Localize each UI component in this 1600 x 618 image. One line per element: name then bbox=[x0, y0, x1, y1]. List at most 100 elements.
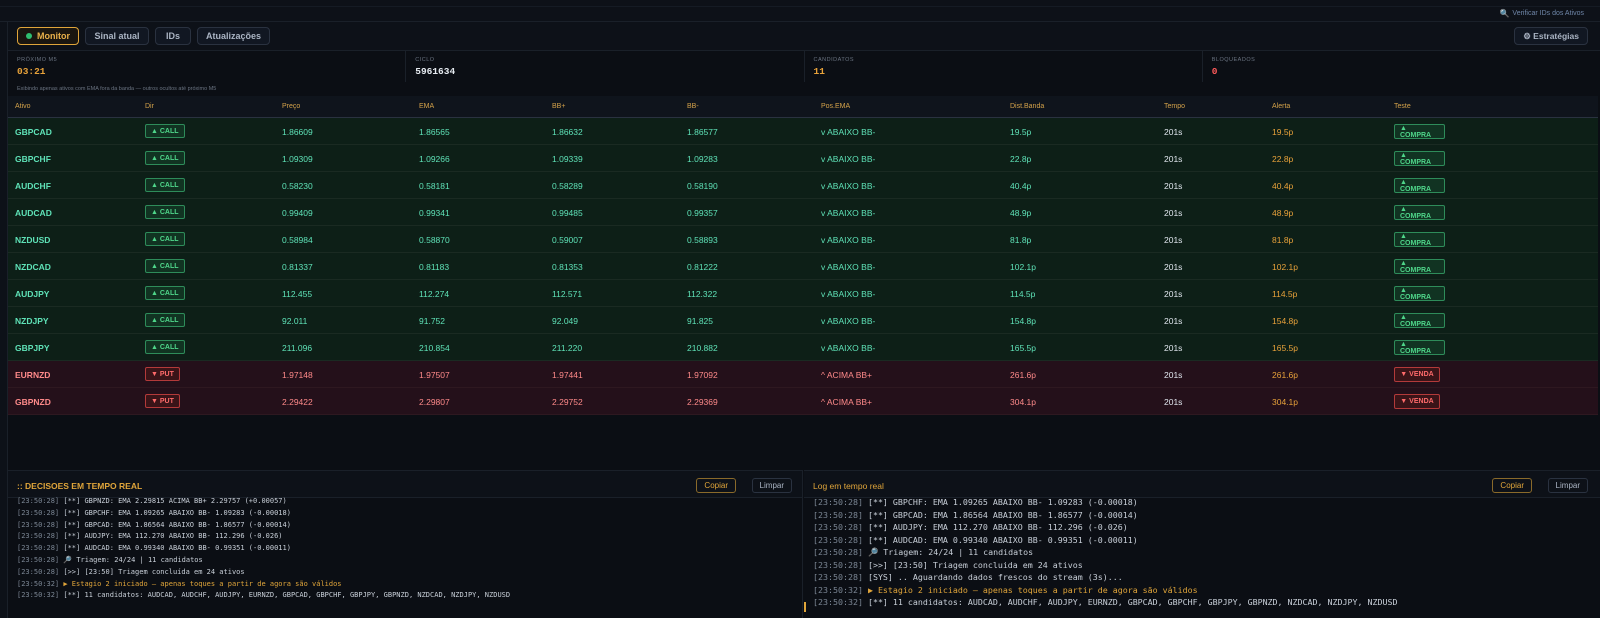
table-row[interactable]: NZDJPY ▲ CALL 92.011 91.752 92.049 91.825 v AB… bbox=[8, 307, 1598, 334]
cell-pos: v ABAIXO BB- bbox=[821, 343, 876, 353]
tab-monitor-label: Monitor bbox=[37, 31, 70, 41]
cell-asset: NZDUSD bbox=[15, 235, 51, 245]
search-icon: 🔍 bbox=[1499, 9, 1510, 18]
log-timestamp: [23:50:28] bbox=[813, 509, 863, 520]
tab-ids-label: IDs bbox=[165, 31, 180, 41]
tab-sinal-atual[interactable]: Sinal atual bbox=[85, 27, 149, 45]
direction-badge: ▲ CALL bbox=[145, 124, 185, 138]
cell-bbm: 0.99357 bbox=[687, 208, 718, 218]
log-timestamp: [23:50:28] bbox=[813, 534, 863, 545]
test-button[interactable]: ▲ COMPRA bbox=[1394, 205, 1445, 220]
column-header[interactable]: Dir bbox=[145, 103, 154, 110]
tab-ids[interactable]: IDs bbox=[155, 27, 191, 45]
cell-bbp: 1.86632 bbox=[552, 127, 583, 137]
cell-asset: AUDCAD bbox=[15, 208, 52, 218]
column-header[interactable]: BB- bbox=[687, 103, 699, 110]
test-button[interactable]: ▲ COMPRA bbox=[1394, 232, 1445, 247]
stat-value: 11 bbox=[813, 66, 825, 77]
cell-dist: 22.8p bbox=[1010, 154, 1032, 164]
cell-bbm: 112.322 bbox=[687, 289, 718, 299]
column-header[interactable]: Tempo bbox=[1164, 103, 1185, 110]
tab-monitor[interactable]: Monitor bbox=[17, 27, 79, 45]
log-timestamp: [23:50:28] bbox=[813, 547, 863, 557]
strategies-button[interactable]: ⚙ Estratégias bbox=[1514, 27, 1588, 45]
cell-time: 201s bbox=[1164, 235, 1183, 245]
cell-ema: 0.58181 bbox=[419, 181, 450, 191]
copy-button[interactable]: Copiar bbox=[1492, 478, 1532, 493]
test-button[interactable]: ▲ COMPRA bbox=[1394, 151, 1445, 166]
cell-asset: GBPJPY bbox=[15, 343, 50, 353]
cell-bbp: 0.58289 bbox=[552, 181, 583, 191]
column-header[interactable]: EMA bbox=[419, 103, 434, 110]
test-button[interactable]: ▲ COMPRA bbox=[1394, 340, 1445, 355]
test-button[interactable]: ▼ VENDA bbox=[1394, 367, 1440, 382]
log-line: [23:50:28] [>>] [23:50] Triagem concluíd… bbox=[17, 567, 795, 579]
cell-price: 0.81337 bbox=[282, 262, 313, 272]
column-header[interactable]: BB+ bbox=[552, 103, 565, 110]
tab-atualizacoes[interactable]: Atualizações bbox=[197, 27, 270, 45]
test-button[interactable]: ▲ COMPRA bbox=[1394, 259, 1445, 274]
column-header[interactable]: Pos.EMA bbox=[821, 103, 850, 110]
cell-alert: 19.5p bbox=[1272, 127, 1294, 137]
cell-alert: 114.5p bbox=[1272, 289, 1298, 299]
cell-price: 0.58230 bbox=[282, 181, 313, 191]
cell-time: 201s bbox=[1164, 343, 1183, 353]
log-line: [23:50:28] [**] AUDJPY: EMA 112.270 ABAI… bbox=[813, 521, 1593, 534]
cell-price: 112.455 bbox=[282, 289, 313, 299]
decisions-title: :: DECISOES EM TEMPO REAL bbox=[17, 481, 143, 491]
table-row[interactable]: NZDCAD ▲ CALL 0.81337 0.81183 0.81353 0.81222… bbox=[8, 253, 1598, 280]
verify-ids-link[interactable]: 🔍 Verificar IDs dos Ativos bbox=[1499, 9, 1584, 18]
log-line: [23:50:28] [**] GBPCAD: EMA 1.86564 ABAI… bbox=[813, 509, 1593, 522]
cell-bbp: 2.29752 bbox=[552, 397, 583, 407]
table-row[interactable]: AUDCHF ▲ CALL 0.58230 0.58181 0.58289 0.58190… bbox=[8, 172, 1598, 199]
table-row[interactable]: NZDUSD ▲ CALL 0.58984 0.58870 0.59007 0.58893… bbox=[8, 226, 1598, 253]
cell-time: 201s bbox=[1164, 397, 1183, 407]
realtime-log[interactable]: [23:50:28] [**] GBPCHF: EMA 1.09265 ABAI… bbox=[813, 496, 1593, 609]
cell-price: 1.86609 bbox=[282, 127, 313, 137]
cell-time: 201s bbox=[1164, 154, 1183, 164]
column-header[interactable]: Alerta bbox=[1272, 103, 1290, 110]
cell-bbp: 112.571 bbox=[552, 289, 583, 299]
column-header[interactable]: Preço bbox=[282, 103, 300, 110]
test-button[interactable]: ▼ VENDA bbox=[1394, 394, 1440, 409]
cell-price: 92.011 bbox=[282, 316, 308, 326]
cell-time: 201s bbox=[1164, 127, 1183, 137]
table-row[interactable]: GBPNZD ▼ PUT 2.29422 2.29807 2.29752 2.29369 ^… bbox=[8, 388, 1598, 415]
table-row[interactable]: AUDJPY ▲ CALL 112.455 112.274 112.571 112.322… bbox=[8, 280, 1598, 307]
test-button[interactable]: ▲ COMPRA bbox=[1394, 313, 1445, 328]
table-row[interactable]: GBPCHF ▲ CALL 1.09309 1.09266 1.09339 1.09283… bbox=[8, 145, 1598, 172]
test-button[interactable]: ▲ COMPRA bbox=[1394, 286, 1445, 301]
test-button[interactable]: ▲ COMPRA bbox=[1394, 178, 1445, 193]
cell-dist: 48.9p bbox=[1010, 208, 1032, 218]
cell-bbm: 0.81222 bbox=[687, 262, 718, 272]
direction-badge: ▲ CALL bbox=[145, 340, 185, 354]
table-row[interactable]: GBPCAD ▲ CALL 1.86609 1.86565 1.86632 1.86577… bbox=[8, 118, 1598, 145]
cell-bbp: 0.99485 bbox=[552, 208, 583, 218]
log-line: [23:50:32] [**] 11 candidatos: AUDCAD, A… bbox=[17, 590, 795, 602]
cell-asset: GBPCAD bbox=[15, 127, 52, 137]
column-header[interactable]: Ativo bbox=[15, 103, 31, 110]
column-header[interactable]: Teste bbox=[1394, 103, 1411, 110]
clear-button[interactable]: Limpar bbox=[1547, 478, 1588, 493]
column-header[interactable]: Dist.Banda bbox=[1010, 103, 1044, 110]
table-row[interactable]: EURNZD ▼ PUT 1.97148 1.97507 1.97441 1.97092 ^… bbox=[8, 361, 1598, 388]
table-row[interactable]: AUDCAD ▲ CALL 0.99409 0.99341 0.99485 0.99357… bbox=[8, 199, 1598, 226]
cell-alert: 22.8p bbox=[1272, 154, 1294, 164]
copy-button[interactable]: Copiar bbox=[696, 478, 736, 493]
clear-button[interactable]: Limpar bbox=[751, 478, 792, 493]
log-text: [>>] [23:50] Triagem concluída em 24 ati… bbox=[59, 567, 245, 576]
decisions-log[interactable]: [23:50:28] [**] GBPNZD: EMA 2.29815 ACIM… bbox=[17, 496, 795, 602]
log-line: [23:50:28] [>>] [23:50] Triagem concluid… bbox=[813, 559, 1593, 572]
log-timestamp: [23:50:28] bbox=[17, 555, 60, 564]
log-line: [23:50:28] [**] AUDJPY: EMA 112.270 ABAI… bbox=[17, 531, 795, 543]
log-text: [**] AUDJPY: EMA 112.270 ABAIXO BB- 112.… bbox=[59, 532, 283, 541]
test-button[interactable]: ▲ COMPRA bbox=[1394, 124, 1445, 139]
direction-badge: ▲ CALL bbox=[145, 259, 185, 273]
tab-sinal-atual-label: Sinal atual bbox=[94, 31, 140, 41]
cell-bbm: 2.29369 bbox=[687, 397, 718, 407]
cell-alert: 304.1p bbox=[1272, 397, 1298, 407]
log-timestamp: [23:50:28] bbox=[813, 559, 863, 570]
cell-pos: v ABAIXO BB- bbox=[821, 262, 876, 272]
table-row[interactable]: GBPJPY ▲ CALL 211.096 210.854 211.220 210.882… bbox=[8, 334, 1598, 361]
filter-note: Exibindo apenas ativos com EMA fora da b… bbox=[17, 86, 217, 92]
